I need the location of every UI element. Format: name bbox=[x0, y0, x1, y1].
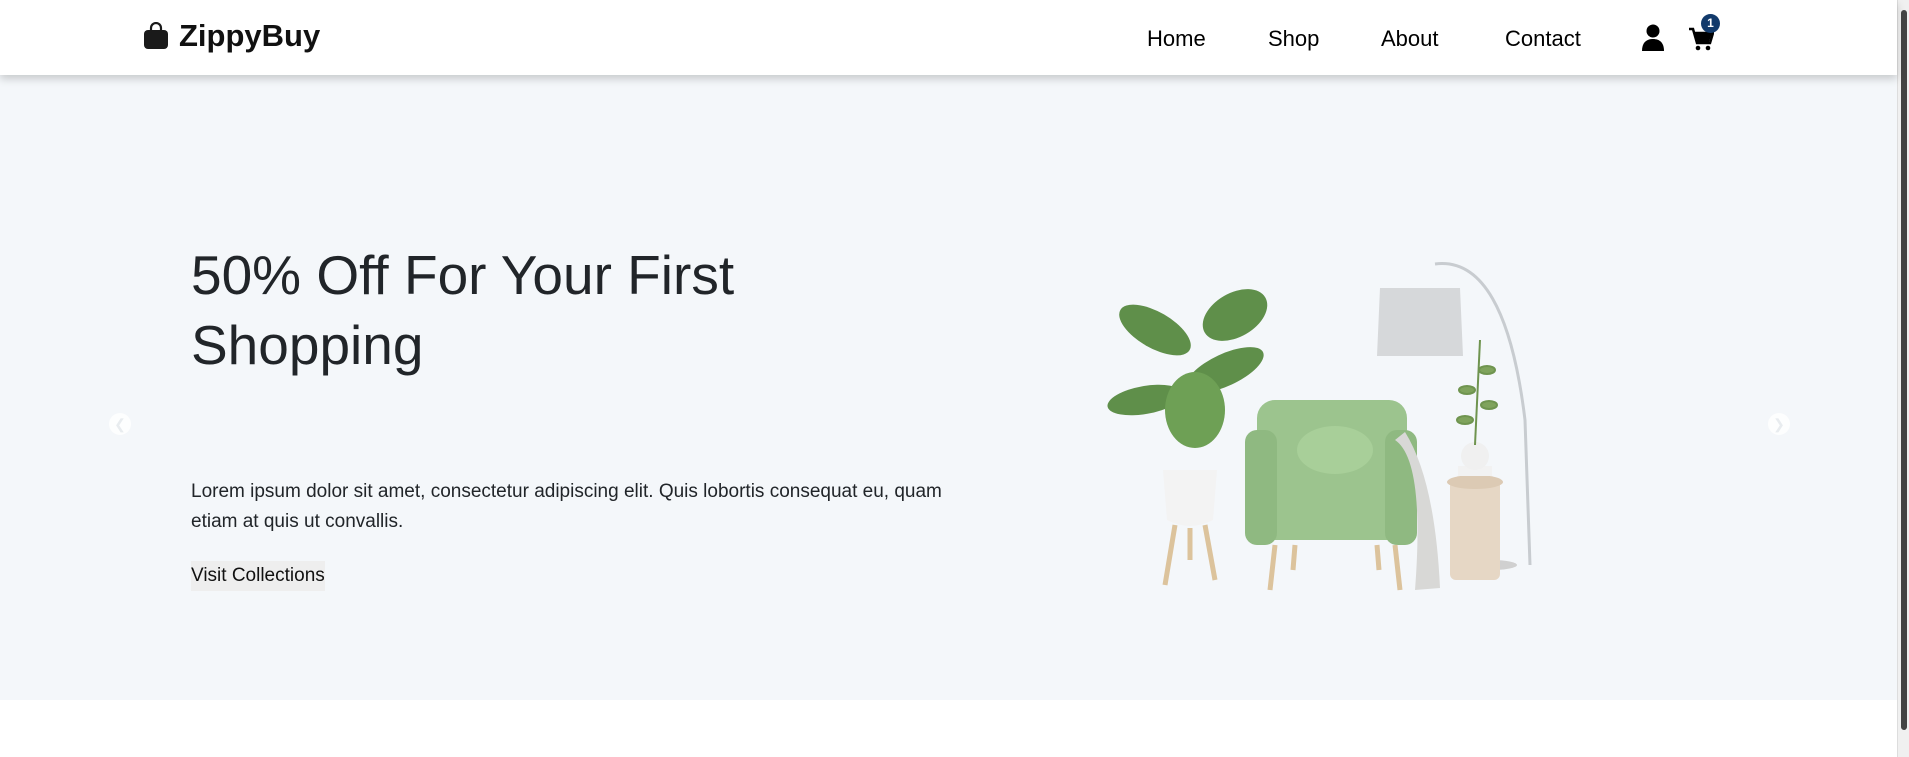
user-icon[interactable] bbox=[1641, 24, 1665, 52]
hero-title: 50% Off For Your First Shopping bbox=[191, 244, 735, 376]
chevron-left-icon: ❮ bbox=[114, 416, 126, 432]
nav-home[interactable]: Home bbox=[1147, 26, 1206, 52]
chevron-right-icon: ❯ bbox=[1773, 416, 1785, 432]
carousel-prev-button[interactable]: ❮ bbox=[109, 413, 131, 435]
brand-name: ZippyBuy bbox=[179, 18, 321, 53]
navbar: ZippyBuy Home Shop About Contact 1 bbox=[0, 0, 1897, 75]
brand-logo[interactable]: ZippyBuy bbox=[143, 18, 320, 54]
hero-description: Lorem ipsum dolor sit amet, consectetur … bbox=[191, 481, 942, 532]
nav-about[interactable]: About bbox=[1381, 26, 1439, 52]
nav-contact[interactable]: Contact bbox=[1505, 26, 1581, 52]
page-scrollbar[interactable] bbox=[1897, 0, 1909, 757]
cart-count-badge: 1 bbox=[1701, 14, 1720, 33]
carousel-next-button[interactable]: ❯ bbox=[1768, 413, 1790, 435]
furniture-hero-image bbox=[1107, 262, 1532, 591]
visit-collections-button[interactable]: Visit Collections bbox=[191, 561, 325, 591]
hero-carousel bbox=[0, 75, 1897, 700]
nav-shop[interactable]: Shop bbox=[1268, 26, 1319, 52]
scrollbar-thumb[interactable] bbox=[1901, 10, 1907, 730]
shopping-bag-icon bbox=[144, 22, 168, 49]
